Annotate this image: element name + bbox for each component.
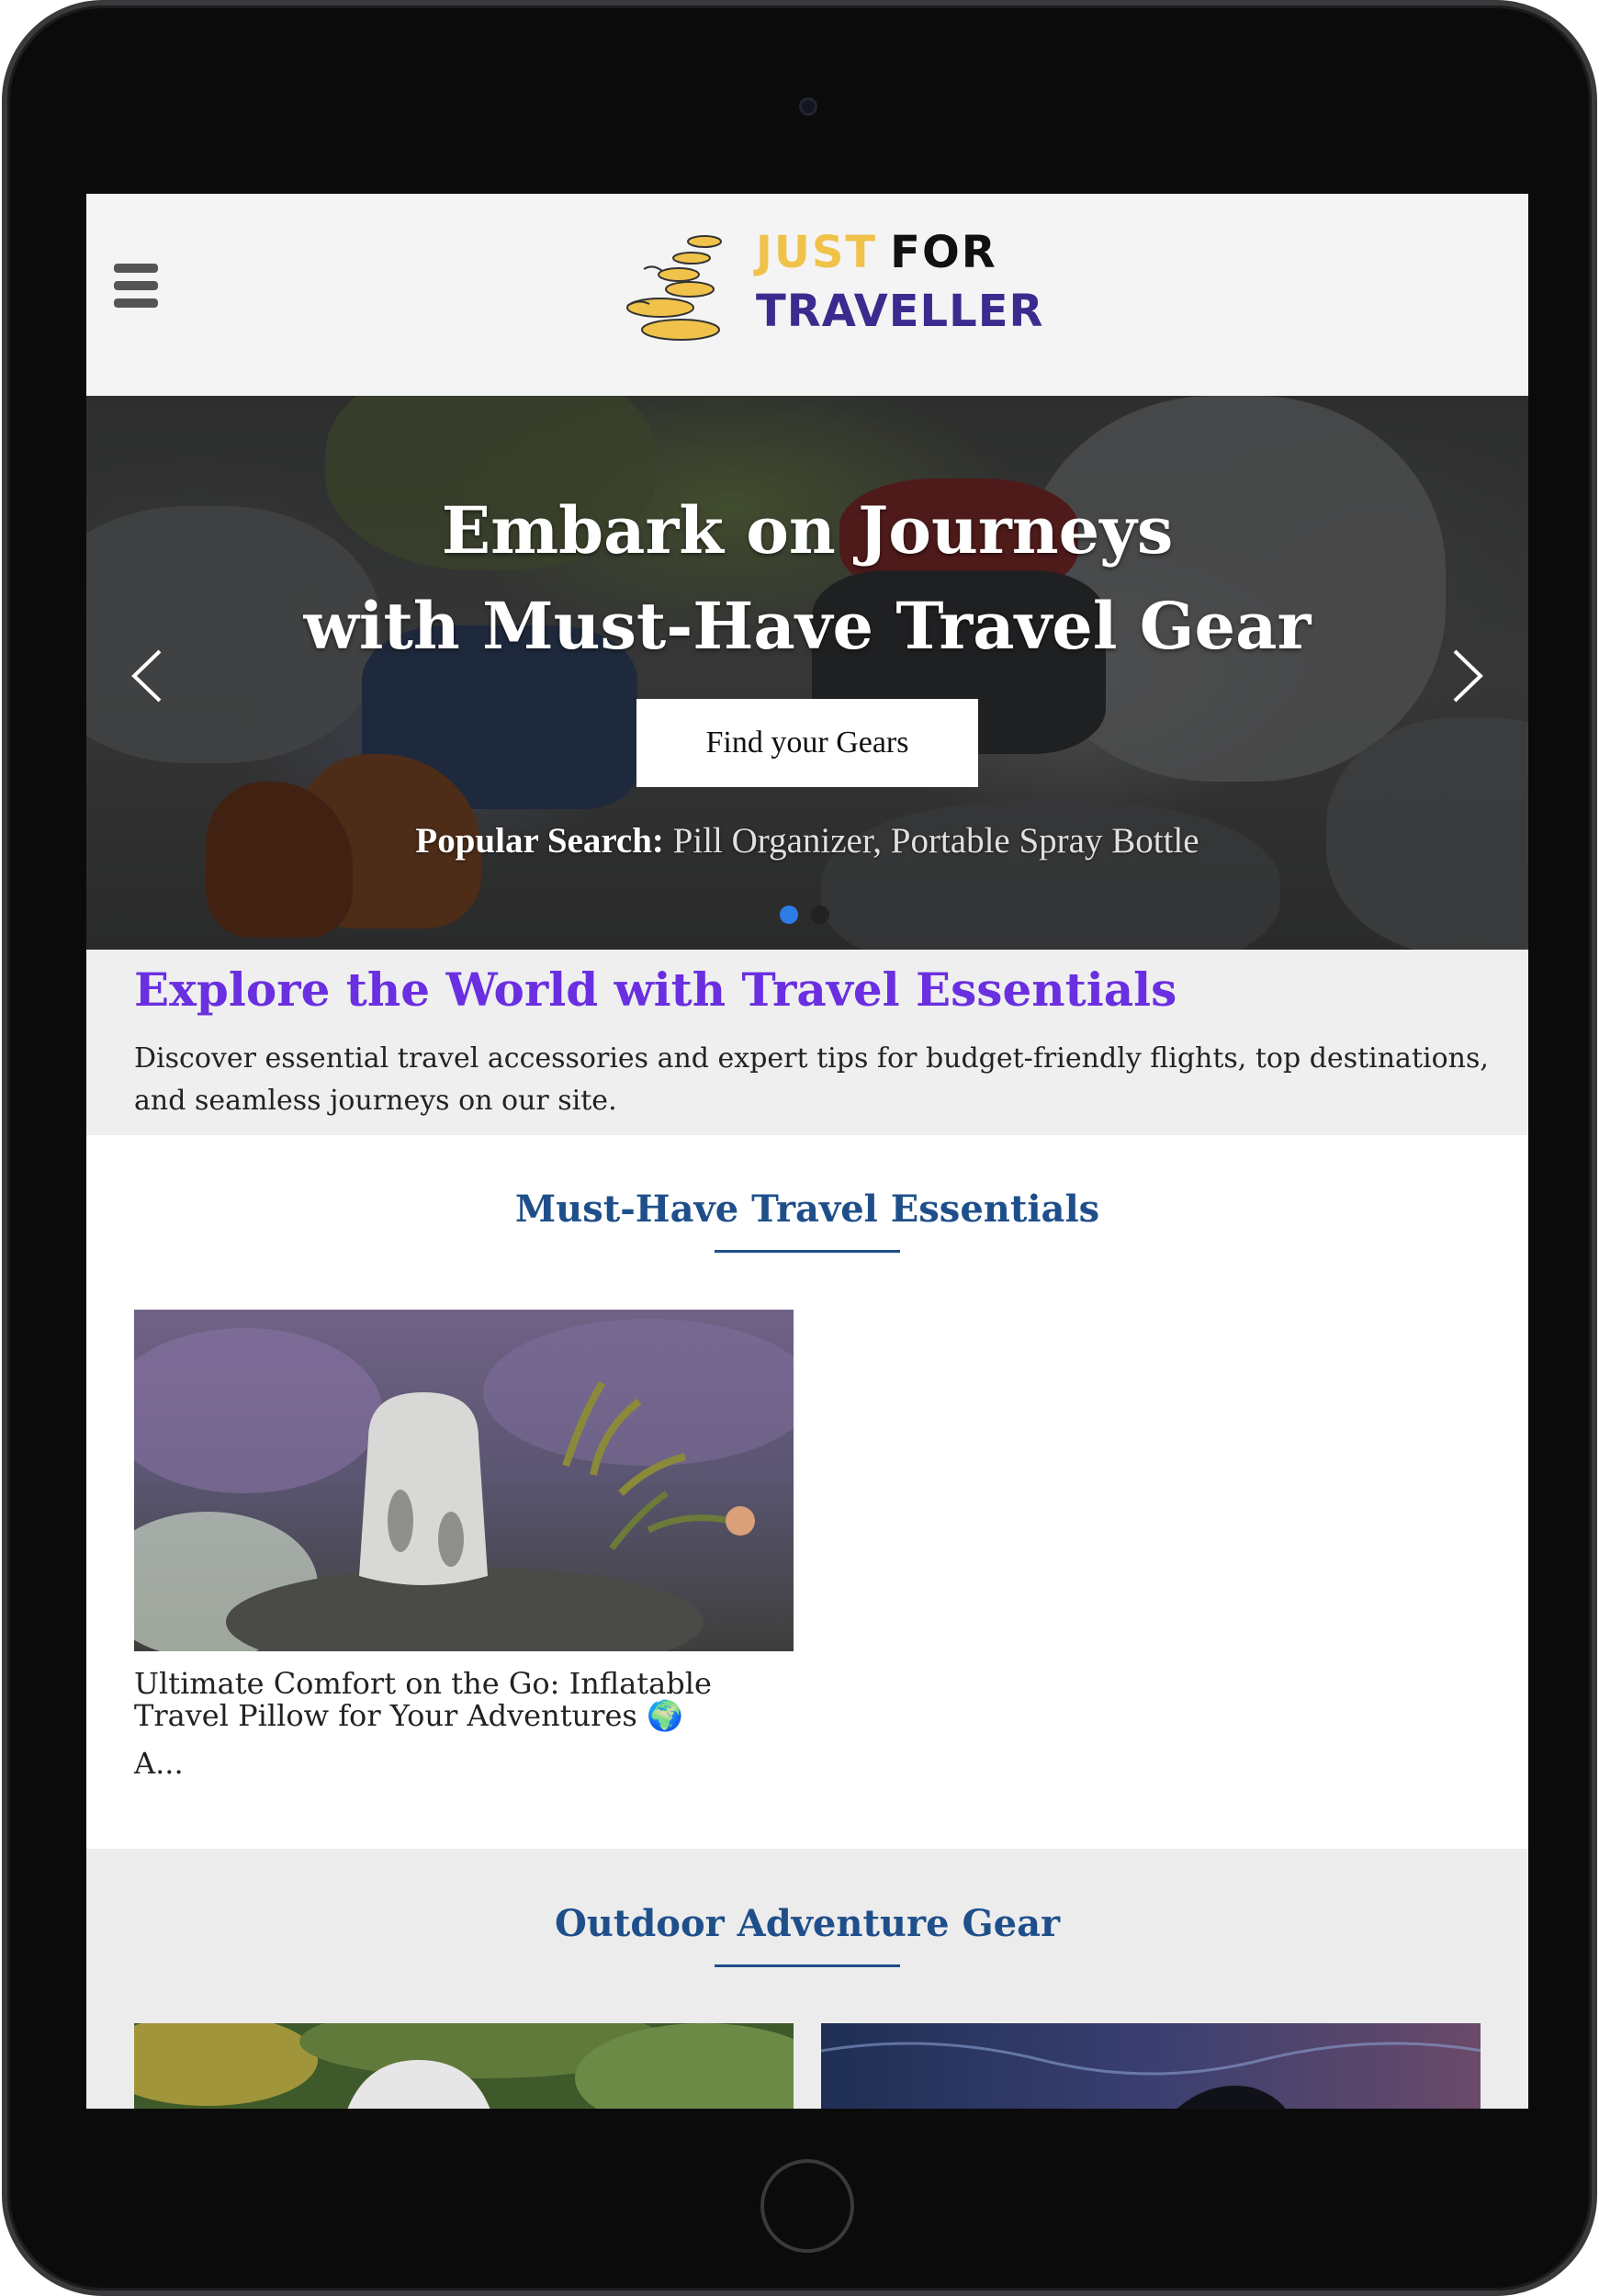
hamburger-menu-icon[interactable] xyxy=(114,264,158,310)
essentials-section-title: Must-Have Travel Essentials xyxy=(514,1187,1100,1231)
intro-title: Explore the World with Travel Essentials xyxy=(134,962,1177,1017)
product-card-title[interactable]: Ultimate Comfort on the Go: Inflatable T… xyxy=(134,1668,777,1732)
outdoor-card-image-1[interactable] xyxy=(134,2023,794,2109)
carousel-indicators xyxy=(780,906,842,929)
outdoor-photo-1 xyxy=(134,2023,794,2109)
find-gears-button[interactable]: Find your Gears xyxy=(636,699,978,787)
product-card-image[interactable] xyxy=(134,1310,794,1651)
tablet-frame: JUST FOR TRAVELLER Embark on Journeys wit… xyxy=(2,0,1597,2296)
hero-title-line1: Embark on Journeys xyxy=(441,492,1174,568)
hero-title-line2: with Must-Have Travel Gear xyxy=(303,588,1312,664)
essentials-underline xyxy=(715,1250,900,1253)
screen: JUST FOR TRAVELLER Embark on Journeys wit… xyxy=(86,194,1528,2109)
outdoor-photo-2 xyxy=(821,2023,1481,2109)
popular-search: Popular Search: Pill Organizer, Portable… xyxy=(86,820,1528,861)
intro-band: Explore the World with Travel Essentials… xyxy=(86,950,1528,1135)
hero-carousel: Embark on Journeys with Must-Have Travel… xyxy=(86,396,1528,950)
carousel-dot-1[interactable] xyxy=(780,906,798,924)
logo-text-for: FOR xyxy=(890,227,997,278)
popular-search-label: Popular Search: xyxy=(415,821,664,861)
carousel-prev-button[interactable] xyxy=(123,644,169,708)
outdoor-section: Outdoor Adventure Gear xyxy=(86,1849,1528,2109)
popular-link-spray-bottle[interactable]: Portable Spray Bottle xyxy=(891,821,1199,861)
outdoor-card-image-2[interactable] xyxy=(821,2023,1481,2109)
intro-text: Discover essential travel accessories an… xyxy=(134,1042,1489,1117)
outdoor-underline xyxy=(715,1964,900,1967)
outdoor-section-title: Outdoor Adventure Gear xyxy=(554,1902,1061,1945)
home-button[interactable] xyxy=(760,2159,854,2253)
carousel-dot-2[interactable] xyxy=(811,906,829,924)
popular-separator: , xyxy=(873,821,891,861)
site-logo[interactable]: JUST FOR TRAVELLER xyxy=(613,221,1042,359)
travel-pillow-photo xyxy=(134,1310,794,1651)
product-card-excerpt: A... xyxy=(134,1746,184,1781)
chevron-right-icon xyxy=(1453,649,1483,703)
logo-stepping-stones-icon xyxy=(626,235,722,341)
popular-link-pill-organizer[interactable]: Pill Organizer xyxy=(673,821,873,861)
carousel-next-button[interactable] xyxy=(1446,644,1492,708)
hero-title: Embark on Journeys with Must-Have Travel… xyxy=(86,483,1528,674)
chevron-left-icon xyxy=(131,649,162,703)
camera-icon xyxy=(799,97,817,116)
site-header: JUST FOR TRAVELLER xyxy=(86,194,1528,396)
logo-text-traveller: TRAVELLER xyxy=(756,286,1044,337)
logo-text-just: JUST xyxy=(756,227,878,278)
